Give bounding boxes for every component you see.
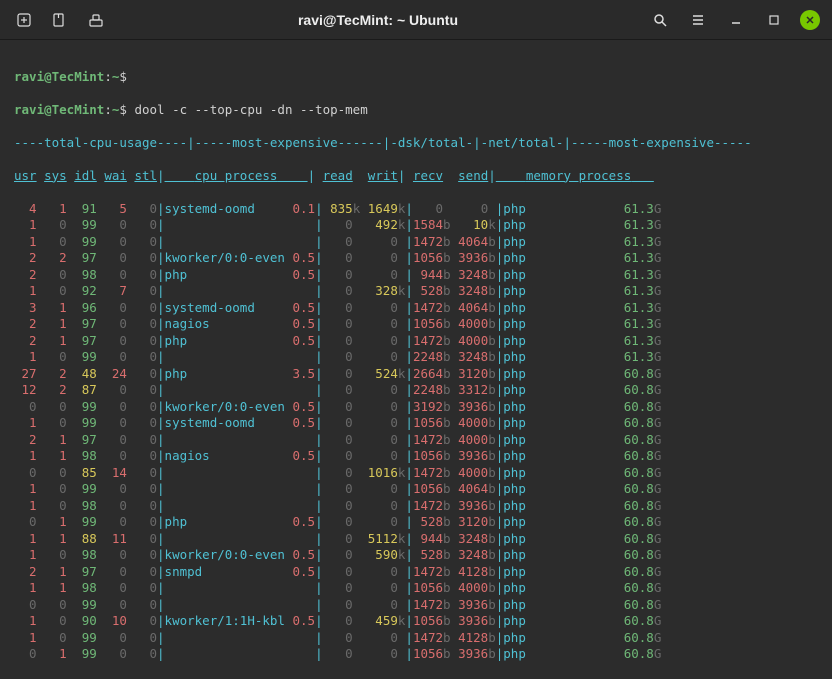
prompt-line-2: ravi@TecMint:~$ dool -c --top-cpu -dn --… (14, 102, 818, 119)
table-row: 1 1 98 0 0|nagios 0.5| 0 0 |1056b 3936b|… (14, 448, 818, 465)
table-row: 2 1 97 0 0|php 0.5| 0 0 |1472b 4000b|php… (14, 333, 818, 350)
table-row: 2 0 98 0 0|php 0.5| 0 0 | 944b 3248b|php… (14, 267, 818, 284)
new-window-icon[interactable] (48, 8, 72, 32)
close-button[interactable] (800, 10, 820, 30)
table-row: 2 1 97 0 0| | 0 0 |1472b 4000b|php 60.8G (14, 432, 818, 449)
minimize-icon[interactable] (724, 8, 748, 32)
terminal-output[interactable]: ravi@TecMint:~$ ravi@TecMint:~$ dool -c … (0, 40, 832, 679)
titlebar-right (648, 8, 820, 32)
window-title: ravi@TecMint: ~ Ubuntu (108, 12, 648, 28)
screenshot-icon[interactable] (84, 8, 108, 32)
hamburger-icon[interactable] (686, 8, 710, 32)
table-row: 0 1 99 0 0| | 0 0 |1056b 3936b|php 60.8G (14, 646, 818, 663)
column-header: usr sys idl wai stl| cpu process | read … (14, 168, 818, 185)
command-text: dool -c --top-cpu -dn --top-mem (134, 102, 367, 117)
table-row: 1 0 99 0 0| | 0 0 |1056b 4064b|php 60.8G (14, 481, 818, 498)
table-row: 1 0 99 0 0| | 0 492k|1584b 10k|php 61.3G (14, 217, 818, 234)
table-row: 2 1 97 0 0|nagios 0.5| 0 0 |1056b 4000b|… (14, 316, 818, 333)
table-row: 1 1 88 11 0| | 0 5112k| 944b 3248b|php 6… (14, 531, 818, 548)
table-row: 1 0 99 0 0|systemd-oomd 0.5| 0 0 |1056b … (14, 415, 818, 432)
table-row: 1 1 98 0 0| | 0 0 |1056b 4000b|php 60.8G (14, 580, 818, 597)
table-row: 1 0 99 0 0| | 0 0 |1472b 4064b|php 61.3G (14, 234, 818, 251)
table-row: 1 0 92 7 0| | 0 328k| 528b 3248b|php 61.… (14, 283, 818, 300)
table-row: 1 0 98 0 0| | 0 0 |1472b 3936b|php 60.8G (14, 498, 818, 515)
prompt-user: ravi@TecMint (14, 69, 104, 84)
table-row: 1 0 99 0 0| | 0 0 |2248b 3248b|php 61.3G (14, 349, 818, 366)
search-icon[interactable] (648, 8, 672, 32)
table-row: 0 0 99 0 0| | 0 0 |1472b 3936b|php 60.8G (14, 597, 818, 614)
table-row: 2 2 97 0 0|kworker/0:0-even 0.5| 0 0 |10… (14, 250, 818, 267)
titlebar: ravi@TecMint: ~ Ubuntu (0, 0, 832, 40)
table-row: 2 1 97 0 0|snmpd 0.5| 0 0 |1472b 4128b|p… (14, 564, 818, 581)
data-rows: 4 1 91 5 0|systemd-oomd 0.1| 835k 1649k|… (14, 201, 818, 663)
maximize-icon[interactable] (762, 8, 786, 32)
table-row: 3 1 96 0 0|systemd-oomd 0.5| 0 0 |1472b … (14, 300, 818, 317)
table-row: 0 0 85 14 0| | 0 1016k|1472b 4000b|php 6… (14, 465, 818, 482)
table-row: 1 0 90 10 0|kworker/1:1H-kbl 0.5| 0 459k… (14, 613, 818, 630)
group-header: ----total-cpu-usage----|-----most-expens… (14, 135, 818, 152)
titlebar-left (12, 8, 108, 32)
prompt-line-1: ravi@TecMint:~$ (14, 69, 818, 86)
table-row: 27 2 48 24 0|php 3.5| 0 524k|2664b 3120b… (14, 366, 818, 383)
table-row: 0 1 99 0 0|php 0.5| 0 0 | 528b 3120b|php… (14, 514, 818, 531)
new-tab-icon[interactable] (12, 8, 36, 32)
table-row: 1 0 98 0 0|kworker/0:0-even 0.5| 0 590k|… (14, 547, 818, 564)
table-row: 0 0 99 0 0|kworker/0:0-even 0.5| 0 0 |31… (14, 399, 818, 416)
table-row: 4 1 91 5 0|systemd-oomd 0.1| 835k 1649k|… (14, 201, 818, 218)
table-row: 1 0 99 0 0| | 0 0 |1472b 4128b|php 60.8G (14, 630, 818, 647)
table-row: 12 2 87 0 0| | 0 0 |2248b 3312b|php 60.8… (14, 382, 818, 399)
